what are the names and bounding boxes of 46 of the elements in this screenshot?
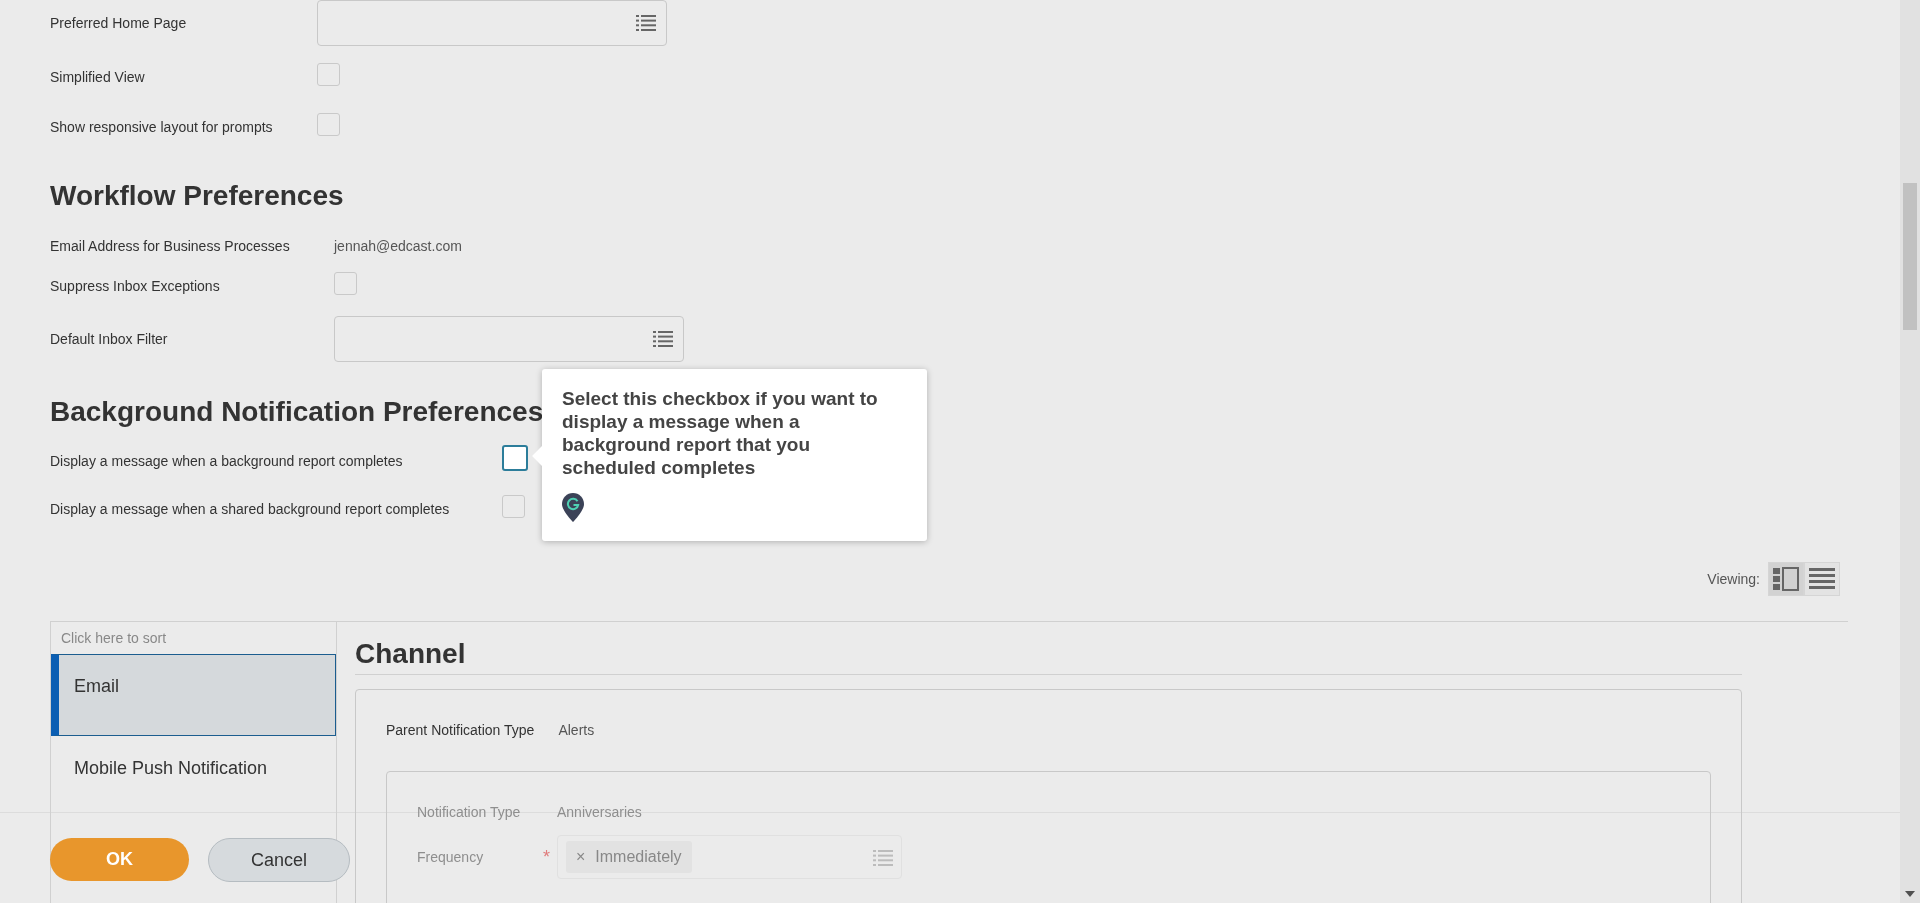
scroll-down-icon[interactable] <box>1905 891 1915 897</box>
required-mark: * <box>543 845 551 869</box>
list-icon <box>636 15 656 31</box>
tag-text: Immediately <box>595 848 682 865</box>
field-label: Frequency <box>417 847 485 867</box>
field-label: Display a message when a background report completes <box>50 452 403 469</box>
channel-list-item[interactable]: Email <box>51 654 336 736</box>
section-heading: Workflow Preferences <box>50 179 344 213</box>
view-toggle-button[interactable] <box>1768 562 1804 596</box>
cancel-button[interactable]: Cancel <box>208 838 350 882</box>
field-label: Notification Type <box>417 803 522 822</box>
field-label: Parent Notification Type <box>386 721 535 740</box>
checkbox[interactable] <box>334 271 357 295</box>
list-view-icon <box>1809 568 1835 590</box>
select-field[interactable]: × Immediately <box>557 835 902 879</box>
panel-heading: Channel <box>355 637 466 671</box>
ok-button[interactable]: OK <box>50 838 189 881</box>
select-field[interactable] <box>334 316 684 362</box>
split-view-icon <box>1773 567 1799 591</box>
field-label: Simplified View <box>50 68 145 85</box>
sort-hint[interactable]: Click here to sort <box>51 622 336 654</box>
select-field[interactable] <box>317 0 667 46</box>
field-value: Anniversaries <box>557 803 642 822</box>
map-pin-icon <box>562 493 584 522</box>
field-label: Show responsive layout for prompts <box>50 118 273 135</box>
list-icon <box>653 331 673 347</box>
checkbox[interactable] <box>317 112 340 136</box>
checkbox[interactable] <box>502 494 525 518</box>
list-icon <box>873 849 893 866</box>
scrollbar-thumb[interactable] <box>1903 183 1917 330</box>
section-heading: Background Notification Preferences <box>50 395 544 429</box>
channel-list-item[interactable]: Mobile Push Notification <box>51 736 336 818</box>
field-label: Preferred Home Page <box>50 14 187 31</box>
tooltip-text: Select this checkbox if you want to display a message when a background report that you scheduled completes <box>562 387 879 479</box>
field-value: Alerts <box>558 721 595 740</box>
viewing-label: Viewing: <box>1707 569 1760 589</box>
remove-button[interactable]: × <box>576 848 586 865</box>
field-label: Display a message when a shared background report completes <box>50 500 450 517</box>
view-toggle-button[interactable] <box>1804 562 1840 596</box>
checkbox[interactable] <box>317 62 340 86</box>
field-label: Default Inbox Filter <box>50 330 168 347</box>
checkbox[interactable] <box>502 445 528 471</box>
scrollbar[interactable] <box>1900 0 1920 903</box>
field-label: Suppress Inbox Exceptions <box>50 277 220 294</box>
field-value: jennah@edcast.com <box>334 237 462 254</box>
field-label: Email Address for Business Processes <box>50 237 290 254</box>
